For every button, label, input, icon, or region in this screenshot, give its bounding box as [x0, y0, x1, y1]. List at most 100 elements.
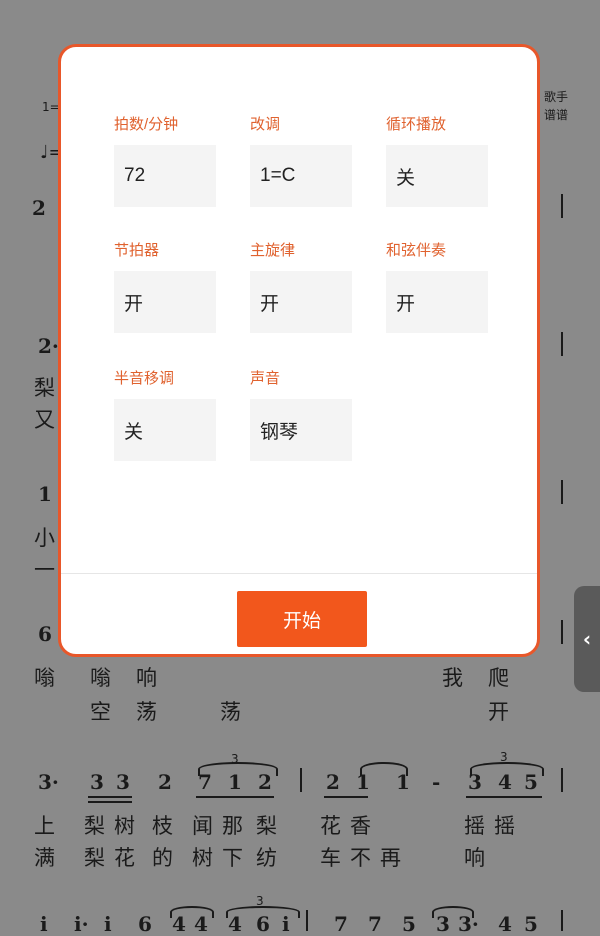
lyric: 又 [34, 408, 55, 432]
transcriber-label: 谱谱 [544, 108, 569, 122]
chevron-left-icon: ‹ [582, 627, 592, 651]
lyric: 满 [34, 846, 55, 870]
score-note: 7 [334, 912, 348, 936]
score-note: 3· [38, 770, 59, 794]
lyric: 小 [34, 526, 55, 550]
lyric: 梨 [256, 814, 277, 838]
lyric: 爬 [488, 666, 509, 690]
lyric: 上 [34, 814, 55, 838]
setting-semitone-transpose-value[interactable]: 关 [114, 399, 216, 461]
score-note: 1 [38, 482, 52, 506]
footer-divider [61, 573, 537, 574]
setting-loop: 循环播放 关 [386, 115, 488, 207]
underline [324, 796, 368, 798]
setting-semitone-transpose-label: 半音移调 [114, 370, 175, 387]
setting-sound-value[interactable]: 钢琴 [250, 399, 352, 461]
lyric: 闻 [192, 814, 213, 838]
lyric: 枝 [152, 814, 173, 838]
score-note: 2· [38, 334, 59, 358]
lyric: 开 [488, 700, 509, 724]
setting-key-change-value[interactable]: 1=C [250, 145, 352, 207]
score-note: 7 [368, 912, 382, 936]
lyric: 嗡 [34, 666, 55, 690]
setting-metronome: 节拍器 开 [114, 241, 216, 333]
bar-line [306, 910, 308, 931]
score-note: 4 [194, 912, 208, 936]
lyric: 响 [464, 846, 485, 870]
setting-loop-label: 循环播放 [386, 116, 447, 133]
score-note: 3 [116, 770, 130, 794]
lyric: 的 [152, 846, 173, 870]
start-button[interactable]: 开始 [237, 591, 367, 647]
lyric: 树 [192, 846, 213, 870]
score-note: 2 [158, 770, 172, 794]
score-note: 2 [32, 196, 46, 220]
setting-tempo-label: 拍数/分钟 [114, 116, 179, 133]
lyric: 梨 [84, 846, 105, 870]
setting-chord-accompaniment: 和弦伴奏 开 [386, 241, 488, 333]
underline [196, 796, 274, 798]
lyric: 空 [90, 700, 111, 724]
lyric: 摇 [494, 814, 515, 838]
lyric: 我 [442, 666, 463, 690]
score-note: 2 [326, 770, 340, 794]
score-note: 4 [228, 912, 242, 936]
lyric: 香 [350, 814, 371, 838]
slur [470, 762, 544, 776]
score-note: 4 [498, 912, 512, 936]
underline [88, 801, 132, 803]
bar-line [561, 768, 563, 792]
setting-melody-label: 主旋律 [250, 242, 296, 259]
bar-line [561, 194, 563, 218]
setting-key-change-label: 改调 [250, 116, 281, 133]
lyric: 摇 [464, 814, 485, 838]
score-note: 6 [256, 912, 270, 936]
setting-sound-label: 声音 [250, 370, 281, 387]
score-note: i· [74, 912, 89, 936]
score-note: 5 [524, 912, 538, 936]
score-note: i [282, 912, 290, 936]
lyric: 树 [114, 814, 135, 838]
setting-sound: 声音 钢琴 [250, 369, 352, 461]
playback-settings-dialog: 拍数/分钟 72 改调 1=C 循环播放 关 节拍器 开 主旋律 开 和弦伴奏 … [58, 44, 540, 657]
score-note: 4 [172, 912, 186, 936]
setting-melody-value[interactable]: 开 [250, 271, 352, 333]
lyric: 不 [350, 846, 371, 870]
lyric: 花 [320, 814, 341, 838]
score-note: 3· [458, 912, 479, 936]
triplet-mark: 3 [500, 750, 508, 764]
lyric: 车 [320, 846, 341, 870]
setting-tempo-value[interactable]: 72 [114, 145, 216, 207]
score-note: i [40, 912, 48, 936]
lyric: 那 [222, 814, 243, 838]
side-drawer-handle[interactable]: ‹ [574, 586, 600, 692]
underline [88, 796, 132, 798]
bar-line [561, 620, 563, 644]
setting-chord-accompaniment-label: 和弦伴奏 [386, 242, 447, 259]
lyric: 纺 [256, 846, 277, 870]
setting-metronome-label: 节拍器 [114, 242, 160, 259]
lyric: 荡 [220, 700, 241, 724]
lyric: 再 [380, 846, 401, 870]
setting-chord-accompaniment-value[interactable]: 开 [386, 271, 488, 333]
setting-loop-value[interactable]: 关 [386, 145, 488, 207]
score-note: 3 [90, 770, 104, 794]
setting-metronome-value[interactable]: 开 [114, 271, 216, 333]
setting-tempo: 拍数/分钟 72 [114, 115, 216, 207]
setting-semitone-transpose: 半音移调 关 [114, 369, 216, 461]
tie [360, 762, 408, 776]
score-note: 6 [38, 622, 52, 646]
lyric: 梨 [84, 814, 105, 838]
lyric: 响 [136, 666, 157, 690]
settings-grid: 拍数/分钟 72 改调 1=C 循环播放 关 节拍器 开 主旋律 开 和弦伴奏 … [61, 47, 537, 577]
triplet-mark: 3 [231, 752, 239, 766]
bar-line [300, 768, 302, 792]
score-note: 6 [138, 912, 152, 936]
score-note: i [104, 912, 112, 936]
lyric: 梨 [34, 376, 55, 400]
triplet-mark: 3 [256, 894, 264, 908]
lyric: 荡 [136, 700, 157, 724]
bar-line [561, 910, 563, 931]
score-note: - [432, 770, 441, 794]
lyric: 花 [114, 846, 135, 870]
